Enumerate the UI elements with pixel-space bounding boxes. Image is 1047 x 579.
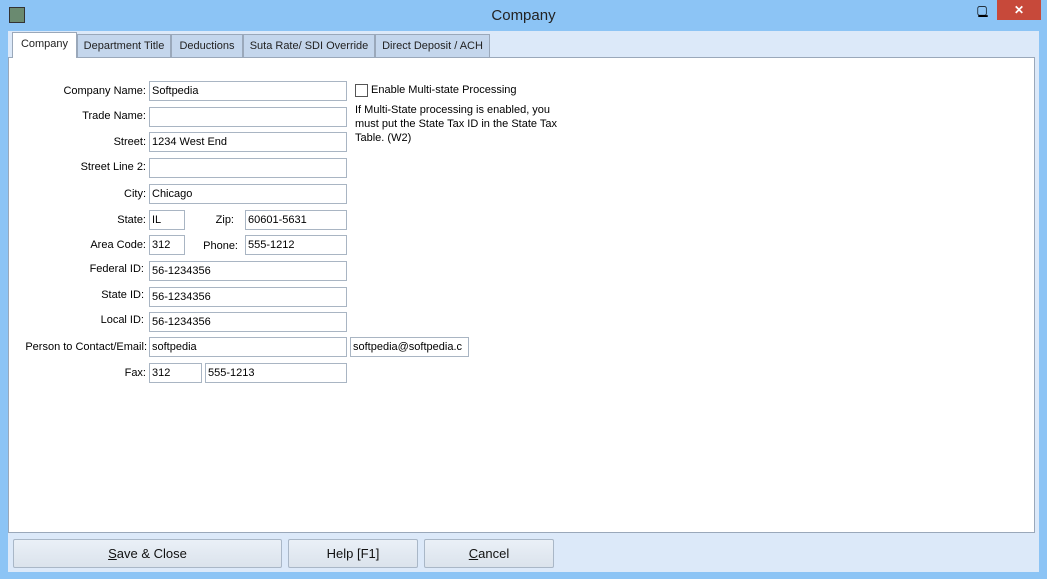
state-input[interactable]: IL — [149, 210, 185, 230]
multistate-note: If Multi-State processing is enabled, yo… — [355, 104, 557, 144]
tab-company[interactable]: Company — [12, 32, 77, 58]
trade-name-label: Trade Name: — [82, 110, 146, 122]
multistate-label: Enable Multi-state Processing — [371, 84, 517, 96]
contact-input[interactable]: softpedia — [149, 337, 347, 357]
street-input[interactable]: 1234 West End — [149, 132, 347, 152]
street-label: Street: — [113, 136, 146, 148]
cancel-hotkey: C — [468, 546, 479, 561]
save-hotkey: S — [108, 546, 117, 561]
tab-deductions[interactable]: Deductions — [171, 34, 243, 58]
app-icon[interactable] — [9, 7, 25, 23]
fax-number-input[interactable]: 555-1213 — [205, 363, 347, 383]
company-name-input[interactable]: Softpedia — [149, 81, 347, 101]
zip-label: Zip: — [215, 214, 234, 226]
fax-area-input[interactable]: 312 — [149, 363, 202, 383]
cancel-button[interactable]: Cancel — [424, 539, 554, 568]
federal-id-label: Federal ID: — [89, 263, 144, 275]
tab-direct-deposit[interactable]: Direct Deposit / ACH — [375, 34, 490, 58]
fax-label: Fax: — [124, 367, 146, 379]
email-input[interactable]: softpedia@softpedia.c — [350, 337, 469, 357]
maximize-button[interactable]: ▢ — [967, 0, 997, 20]
local-id-label: Local ID: — [100, 314, 144, 326]
trade-name-input[interactable] — [149, 107, 347, 127]
area-code-label: Area Code: — [90, 239, 146, 251]
save-close-button[interactable]: Save & Close — [13, 539, 282, 568]
state-label: State: — [117, 214, 146, 226]
phone-label: Phone: — [203, 240, 238, 252]
federal-id-input[interactable]: 56-1234356 — [149, 261, 347, 281]
local-id-input[interactable]: 56-1234356 — [149, 312, 347, 332]
company-name-label: Company Name: — [63, 85, 146, 97]
close-button[interactable]: ✕ — [997, 0, 1041, 20]
state-id-input[interactable]: 56-1234356 — [149, 287, 347, 307]
tab-suta-rate[interactable]: Suta Rate/ SDI Override — [243, 34, 375, 58]
phone-input[interactable]: 555-1212 — [245, 235, 347, 255]
window-title: Company — [491, 7, 556, 24]
zip-input[interactable]: 60601-5631 — [245, 210, 347, 230]
help-button[interactable]: Help [F1] — [288, 539, 418, 568]
save-label: ave & Close — [116, 546, 187, 561]
city-label: City: — [124, 188, 146, 200]
contact-label: Person to Contact/Email: — [25, 341, 147, 353]
street2-label: Street Line 2: — [80, 161, 146, 173]
area-code-input[interactable]: 312 — [149, 235, 185, 255]
city-input[interactable]: Chicago — [149, 184, 347, 204]
cancel-label: ancel — [478, 546, 510, 561]
multistate-checkbox[interactable] — [355, 84, 368, 97]
street2-input[interactable] — [149, 158, 347, 178]
tab-department-title[interactable]: Department Title — [77, 34, 171, 58]
state-id-label: State ID: — [101, 289, 144, 301]
